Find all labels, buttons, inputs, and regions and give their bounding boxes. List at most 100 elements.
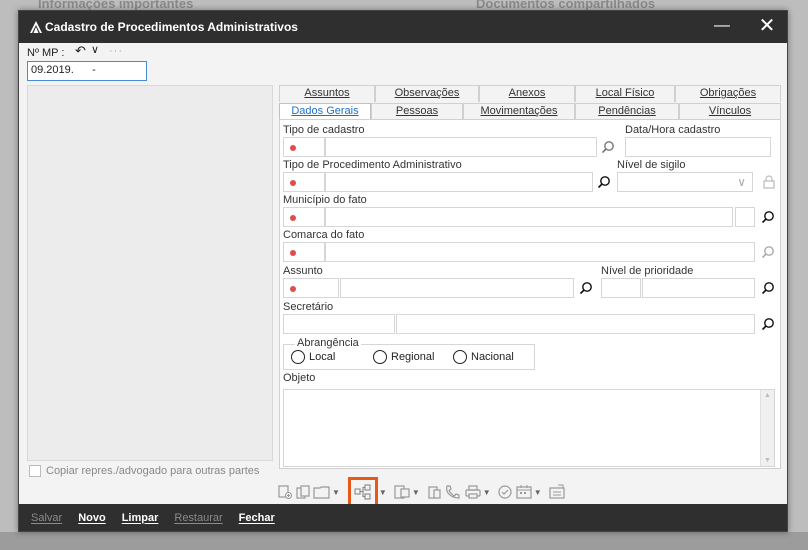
comarca-label: Comarca do fato [283,229,365,241]
comarca-field[interactable] [325,242,755,262]
check-circle-icon[interactable] [497,482,513,502]
tab-local-fisico[interactable]: Local Físico [575,85,675,102]
tipo-procedimento-code-field[interactable] [283,172,325,192]
radio-circle[interactable] [291,350,305,364]
lock-icon[interactable] [763,175,775,189]
tipo-cadastro-code-field[interactable] [283,137,325,157]
salvar-button[interactable]: Salvar [31,512,62,524]
tipo-cadastro-label: Tipo de cadastro [283,124,365,136]
title-bar: Cadastro de Procedimentos Administrativo… [19,11,787,43]
mp-label: Nº MP : [27,47,65,59]
tabs-row-top: Assuntos Observações Anexos Local Físico… [279,85,781,102]
close-button[interactable]: ✕ [755,15,779,39]
nivel-sigilo-select[interactable]: ∨ [617,172,753,192]
tabs-row-bottom: Dados Gerais Pessoas Movimentações Pendê… [279,103,781,120]
app-logo-icon [30,21,42,33]
search-icon[interactable] [597,175,611,189]
tipo-cadastro-field[interactable] [325,137,597,157]
footer-bar: Salvar Novo Limpar Restaurar Fechar [19,504,787,531]
objeto-label: Objeto [283,372,316,384]
search-icon[interactable] [579,281,593,295]
background-strip [0,532,808,550]
left-tree-panel [27,85,273,461]
calendar-icon[interactable] [515,482,533,502]
paste-icon[interactable] [426,482,442,502]
action-toolbar: ▼ ▼ ▼ ▼ ▼ [277,477,568,507]
assunto-label: Assunto [283,265,323,277]
document-list-icon[interactable] [548,482,566,502]
folder-icon[interactable] [313,482,331,502]
checkbox-box[interactable] [29,465,41,477]
restaurar-button[interactable]: Restaurar [174,512,222,524]
radio-local[interactable]: Local [291,350,335,364]
search-icon[interactable] [761,317,775,331]
radio-nacional-label: Nacional [471,351,514,363]
organization-chart-icon[interactable] [347,477,378,507]
tab-vinculos[interactable]: Vínculos [679,103,781,120]
comarca-code-field[interactable] [283,242,325,262]
more-icon[interactable]: ··· [109,45,123,57]
nivel-sigilo-label: Nível de sigilo [617,159,686,171]
chevron-down-icon[interactable]: ▼ [412,488,420,497]
data-hora-field[interactable] [625,137,771,157]
radio-regional-label: Regional [391,351,435,363]
radio-circle[interactable] [373,350,387,364]
secretario-field[interactable] [396,314,755,334]
minimize-button[interactable]: — [711,17,733,37]
chevron-down-icon[interactable]: ▼ [483,488,491,497]
tipo-procedimento-label: Tipo de Procedimento Administrativo [283,159,462,171]
municipio-code-field[interactable] [283,207,325,227]
mp-number-input[interactable]: 09.2019. - [27,61,147,81]
assunto-code-field[interactable] [283,278,339,298]
objeto-textarea[interactable]: ▲ ▼ [283,389,775,467]
chevron-down-icon[interactable]: ▼ [379,488,387,497]
secretario-label: Secretário [283,301,334,313]
tab-dados-gerais[interactable]: Dados Gerais [279,103,371,120]
tab-movimentacoes[interactable]: Movimentações [463,103,575,120]
printer-icon[interactable] [464,482,482,502]
add-document-icon[interactable] [277,482,293,502]
radio-local-label: Local [309,351,336,363]
data-hora-label: Data/Hora cadastro [625,124,721,136]
radio-circle[interactable] [453,350,467,364]
chevron-down-icon[interactable]: ▼ [534,488,542,497]
phone-icon[interactable] [444,482,462,502]
tab-obrigacoes[interactable]: Obrigações [675,85,781,102]
search-icon[interactable] [761,210,775,224]
copy-document-icon[interactable] [295,482,311,502]
objeto-scrollbar[interactable]: ▲ ▼ [760,390,774,466]
tab-observacoes[interactable]: Observações [375,85,479,102]
tab-anexos[interactable]: Anexos [479,85,575,102]
scroll-down-icon[interactable]: ▼ [764,457,771,464]
copy-checkbox-label: Copiar repres./advogado para outras part… [46,465,260,477]
nivel-prioridade-code-field[interactable] [601,278,641,298]
municipio-label: Município do fato [283,194,367,206]
scroll-up-icon[interactable]: ▲ [764,392,771,399]
search-icon[interactable] [761,281,775,295]
nivel-prioridade-label: Nível de prioridade [601,265,694,277]
nivel-prioridade-field[interactable] [642,278,755,298]
municipio-field[interactable] [325,207,733,227]
radio-nacional[interactable]: Nacional [453,350,514,364]
municipio-uf-field[interactable] [735,207,755,227]
copy-representative-checkbox[interactable]: Copiar repres./advogado para outras part… [29,465,259,477]
search-icon[interactable] [601,140,615,154]
tab-pessoas[interactable]: Pessoas [371,103,463,120]
chevron-down-icon: ∨ [737,175,746,189]
novo-button[interactable]: Novo [78,512,106,524]
tipo-procedimento-field[interactable] [325,172,593,192]
search-icon[interactable] [761,245,775,259]
secretario-code-field[interactable] [283,314,395,334]
fechar-button[interactable]: Fechar [239,512,275,524]
document-edit-icon[interactable] [393,482,411,502]
assunto-field[interactable] [340,278,574,298]
tab-assuntos[interactable]: Assuntos [279,85,375,102]
undo-icon[interactable]: ↶ [75,43,86,59]
window-title: Cadastro de Procedimentos Administrativo… [45,20,298,34]
abrangencia-label: Abrangência [295,337,361,349]
chevron-down-icon[interactable]: ▼ [332,488,340,497]
radio-regional[interactable]: Regional [373,350,434,364]
tab-pendencias[interactable]: Pendências [575,103,679,120]
limpar-button[interactable]: Limpar [122,512,159,524]
chevron-down-icon[interactable]: ∨ [91,43,99,56]
